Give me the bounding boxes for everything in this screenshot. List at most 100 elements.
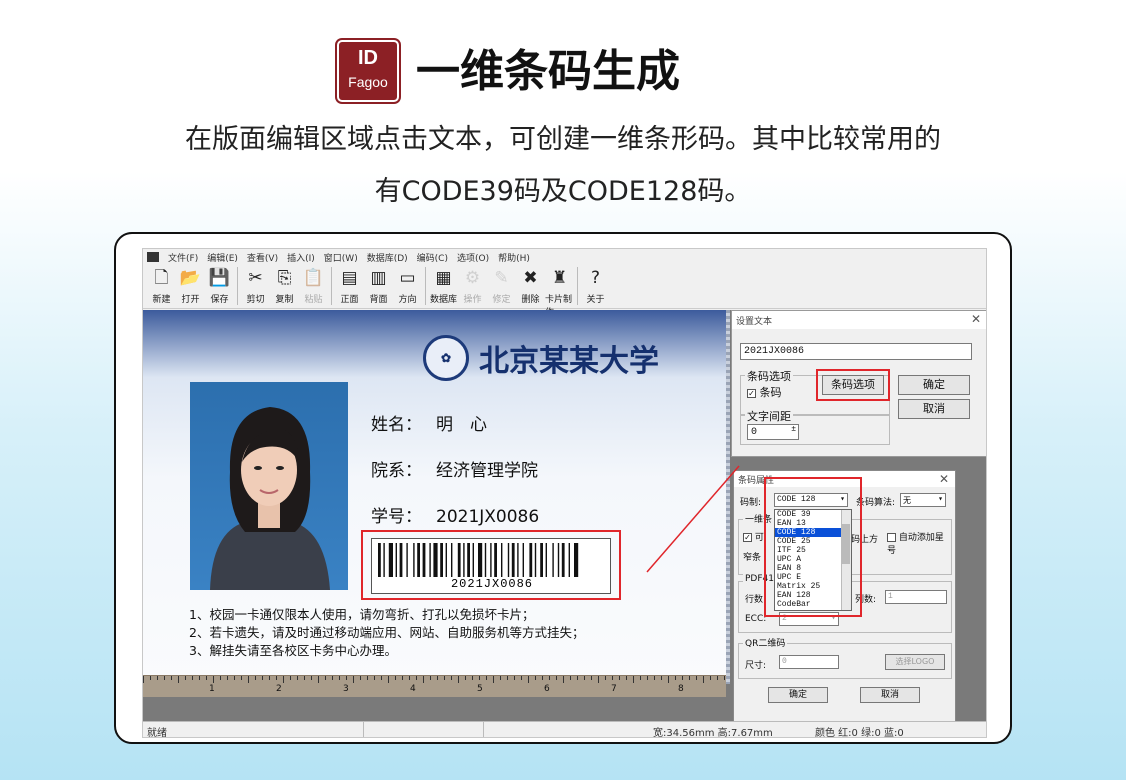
- status-divider: [483, 722, 484, 737]
- toolbar: 🗋 新建 📂 打开 💾 保存 ✂ 剪切 ⎘ 复制 📋 粘贴 ▤ 正面 ▥ 背面 ▭ 方向 ▦ 数据库 ⚙ 操作 ✎ 修定 ✖ 删除…: [143, 265, 986, 318]
- chevron-down-icon[interactable]: ▾: [938, 494, 943, 504]
- barcode-checkbox[interactable]: ✓ 条码: [747, 384, 782, 400]
- ruler-tick: [654, 676, 655, 680]
- toolbar-button[interactable]: ⎘ 复制: [270, 265, 299, 307]
- ruler-tick: [304, 676, 305, 680]
- toolbar-button[interactable]: ▥ 背面: [364, 265, 393, 307]
- toolbar-button[interactable]: ♜卡片制作: [545, 265, 574, 318]
- ruler-tick: [388, 676, 389, 683]
- toolbar-button[interactable]: 🗋 新建: [147, 265, 176, 307]
- menu-item[interactable]: 编码(C): [417, 251, 448, 264]
- menu-item[interactable]: 帮助(H): [498, 251, 530, 264]
- ruler-tick: [479, 676, 480, 680]
- ruler-tick: [318, 676, 319, 683]
- menu-item[interactable]: 编辑(E): [207, 251, 238, 264]
- ruler-tick: [206, 676, 207, 680]
- ruler-tick: [661, 676, 662, 680]
- close-icon[interactable]: ✕: [939, 472, 949, 486]
- code-type-label: 码制:: [740, 498, 762, 508]
- ruler-tick: [262, 676, 263, 680]
- checkbox-checked-icon: ✓: [743, 533, 752, 542]
- ruler-tick: [577, 676, 578, 680]
- card-make-icon: ♜: [551, 268, 568, 288]
- close-icon[interactable]: ✕: [971, 312, 981, 326]
- narrow-bar-label: 窄条: [743, 553, 762, 563]
- ruler-tick: [647, 676, 648, 680]
- ruler-tick: [276, 676, 277, 680]
- toolbar-button[interactable]: ▦ 数据库: [429, 265, 458, 307]
- toolbar-button-label: 删除: [521, 295, 540, 305]
- name-field[interactable]: 姓名： 明 心: [371, 410, 487, 435]
- ruler-tick: [675, 676, 676, 680]
- menu-item[interactable]: 窗口(W): [324, 251, 358, 264]
- auto-star-checkbox[interactable]: 自动添加星号: [887, 530, 951, 556]
- menu-item[interactable]: 插入(I): [287, 251, 315, 264]
- ruler-tick: [150, 676, 151, 680]
- ruler-tick: [472, 676, 473, 680]
- toolbar-button[interactable]: ⚙ 操作: [458, 265, 487, 307]
- menu-item[interactable]: 数据库(D): [367, 251, 408, 264]
- toolbar-button[interactable]: ✎ 修定: [487, 265, 516, 307]
- help-icon: ?: [590, 268, 601, 288]
- select-logo-button[interactable]: 选择LOGO: [885, 654, 945, 670]
- toolbar-separator: [425, 267, 426, 305]
- toolbar-button[interactable]: ▤ 正面: [335, 265, 364, 307]
- menu-item[interactable]: 查看(V): [247, 251, 278, 264]
- toolbar-button[interactable]: ? 关于: [581, 265, 610, 307]
- note-1: 1、校园一卡通仅限本人使用，请勿弯折、打孔以免损坏卡片；: [189, 607, 535, 622]
- ruler-tick: [234, 676, 235, 680]
- cols-input[interactable]: 1: [885, 590, 947, 604]
- orientation-icon: ▭: [399, 268, 416, 288]
- highlight-code-list: [764, 477, 862, 617]
- toolbar-button-label: 剪切: [246, 295, 265, 305]
- ruler-tick: [591, 676, 592, 680]
- ruler-number: 7: [611, 684, 617, 694]
- ruler-tick: [598, 676, 599, 683]
- qr-size-input[interactable]: 0: [779, 655, 839, 669]
- id-field[interactable]: 学号： 2021JX0086: [371, 502, 539, 527]
- text-value-input[interactable]: 2021JX0086: [740, 343, 972, 360]
- menu-item[interactable]: 选项(O): [457, 251, 489, 264]
- cancel-button[interactable]: 取消: [898, 399, 970, 419]
- toolbar-button[interactable]: ▭ 方向: [393, 265, 422, 307]
- school-header: ✿ 北京某某大学: [423, 334, 659, 382]
- id-card[interactable]: ✿ 北京某某大学 姓名：明 心 院系： 经济管理学院 学号： 2021JX008…: [143, 310, 726, 684]
- checkbox-checked-icon: ✓: [747, 388, 756, 398]
- ruler-tick: [528, 676, 529, 683]
- logo-brand-text: Fagoo: [348, 74, 388, 90]
- checkbox-empty-icon: [887, 533, 896, 542]
- operate-icon: ⚙: [464, 268, 481, 288]
- barcode-ok-button[interactable]: 确定: [768, 687, 828, 703]
- ruler-tick: [724, 676, 725, 680]
- toolbar-separator: [331, 267, 332, 305]
- algorithm-select[interactable]: 无 ▾: [900, 493, 946, 507]
- menu-item[interactable]: 文件(F): [168, 251, 198, 264]
- toolbar-button[interactable]: 💾 保存: [205, 265, 234, 307]
- status-divider: [363, 722, 364, 737]
- status-bar: 就绪 宽:34.56mm 高:7.67mm 颜色 红:0 绿:0 蓝:0: [143, 721, 986, 737]
- dept-field[interactable]: 院系： 经济管理学院: [371, 456, 538, 481]
- toolbar-button[interactable]: ✖ 删除: [516, 265, 545, 307]
- barcode-cancel-button[interactable]: 取消: [860, 687, 920, 703]
- toolbar-button[interactable]: 📂 打开: [176, 265, 205, 307]
- student-photo[interactable]: [190, 382, 348, 590]
- card-front-icon: ▤: [341, 268, 358, 288]
- edit-icon: ✎: [494, 268, 509, 288]
- toolbar-button[interactable]: ✂ 剪切: [241, 265, 270, 307]
- ok-button[interactable]: 确定: [898, 375, 970, 395]
- copy-icon: ⎘: [277, 268, 292, 288]
- ruler-tick: [521, 676, 522, 680]
- app-window: 文件(F) 编辑(E) 查看(V) 插入(I) 窗口(W) 数据库(D) 编码(C) 选项(O…: [142, 248, 987, 738]
- ruler-tick: [241, 676, 242, 680]
- school-name: 北京某某大学: [479, 344, 659, 379]
- spinner-icon[interactable]: ±: [791, 425, 796, 434]
- toolbar-separator: [577, 267, 578, 305]
- ruler-tick: [703, 676, 704, 683]
- ruler-tick: [444, 676, 445, 680]
- show-text-checkbox[interactable]: ✓ 可: [743, 530, 764, 543]
- ruler-tick: [542, 676, 543, 680]
- qr-group: QR二维码 尺寸: 0 选择LOGO: [738, 636, 952, 679]
- spacing-input[interactable]: 0 ±: [747, 424, 799, 440]
- rows-label: 行数:: [745, 595, 767, 605]
- toolbar-button[interactable]: 📋 粘贴: [299, 265, 328, 307]
